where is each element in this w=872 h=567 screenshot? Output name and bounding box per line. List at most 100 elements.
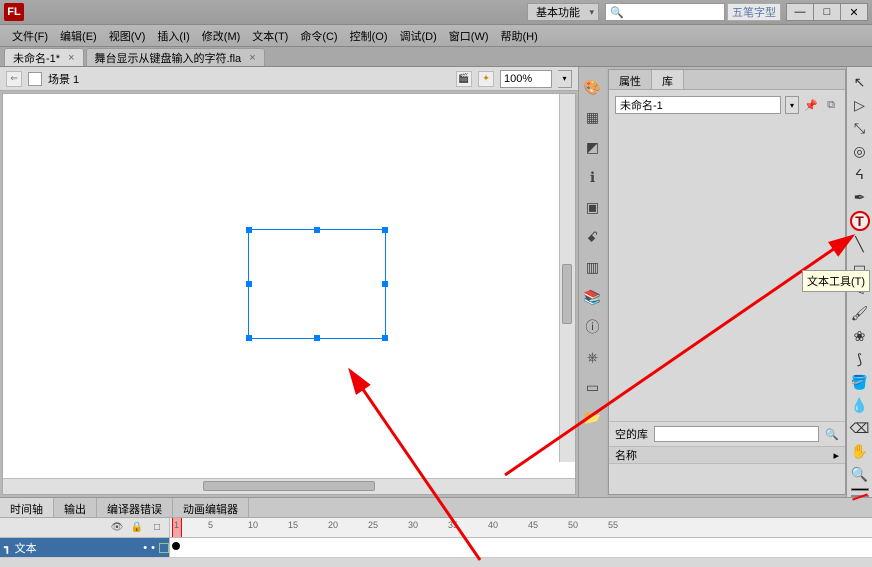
menu-modify[interactable]: 修改(M) [196, 26, 247, 46]
menu-help[interactable]: 帮助(H) [495, 26, 544, 46]
brush-tool[interactable]: 🖌 [850, 304, 870, 323]
paint-bucket-tool[interactable]: 🪣 [850, 373, 870, 392]
layer-name[interactable]: 文本 [15, 540, 37, 556]
stroke-color-swatch[interactable] [851, 488, 869, 491]
edit-scene-icon[interactable]: 🎬 [456, 71, 472, 87]
align-panel-icon[interactable]: ◩ [583, 137, 603, 157]
menu-insert[interactable]: 插入(I) [151, 26, 195, 46]
outline-icon[interactable]: □ [151, 522, 163, 534]
fill-color-swatch[interactable] [851, 495, 869, 498]
resize-handle[interactable] [314, 227, 320, 233]
window-close-button[interactable]: ✕ [840, 3, 868, 21]
menu-control[interactable]: 控制(O) [344, 26, 394, 46]
new-library-icon[interactable]: ⧉ [823, 97, 839, 113]
free-transform-tool[interactable]: ⤡ [850, 119, 870, 138]
subselection-tool[interactable]: ▷ [850, 96, 870, 115]
menu-view[interactable]: 视图(V) [103, 26, 152, 46]
menu-commands[interactable]: 命令(C) [294, 26, 343, 46]
resize-handle[interactable] [382, 281, 388, 287]
pen-tool[interactable]: ✒ [850, 188, 870, 207]
panel-icon[interactable]: ꗃ [583, 227, 603, 247]
window-minimize-button[interactable]: — [786, 3, 814, 21]
panel-icon[interactable]: 📂 [583, 407, 603, 427]
zoom-input[interactable]: 100% [500, 70, 552, 88]
zoom-tool[interactable]: 🔍 [850, 465, 870, 484]
eye-toggle[interactable]: • [143, 542, 147, 554]
selection-tool[interactable]: ↖ [850, 73, 870, 92]
resize-handle[interactable] [382, 335, 388, 341]
window-maximize-button[interactable]: □ [813, 3, 841, 21]
frames-area[interactable] [170, 538, 872, 557]
tab-compiler-errors[interactable]: 编译器错误 [97, 498, 173, 517]
panel-icon[interactable]: ⓘ [583, 317, 603, 337]
dropdown-icon[interactable]: ▾ [785, 96, 799, 114]
text-tool-tooltip: 文本工具(T) [802, 270, 870, 292]
edit-symbol-icon[interactable]: ✦ [478, 71, 494, 87]
pin-icon[interactable]: 📌 [803, 97, 819, 113]
panel-icon[interactable]: ▥ [583, 257, 603, 277]
close-icon[interactable]: × [68, 52, 74, 64]
keyframe[interactable] [172, 542, 180, 550]
bone-tool[interactable]: ⟆ [850, 350, 870, 369]
resize-handle[interactable] [246, 281, 252, 287]
menu-text[interactable]: 文本(T) [246, 26, 294, 46]
timeline-panel: 时间轴 输出 编译器错误 动画编辑器 👁 🔒 □ 1 5 10 15 20 25… [0, 497, 872, 567]
vertical-scrollbar[interactable] [559, 94, 575, 462]
eye-icon[interactable]: 👁 [111, 522, 123, 534]
resize-handle[interactable] [246, 227, 252, 233]
horizontal-scrollbar[interactable] [3, 478, 575, 494]
resize-handle[interactable] [246, 335, 252, 341]
ime-indicator[interactable]: 五笔字型 [727, 3, 781, 21]
tab-output[interactable]: 输出 [54, 498, 97, 517]
panel-icon[interactable]: ▭ [583, 377, 603, 397]
menu-debug[interactable]: 调试(D) [394, 26, 443, 46]
workspace-switcher[interactable]: 基本功能 [527, 3, 599, 21]
ink-bottle-tool[interactable]: 💧 [850, 396, 870, 415]
lock-toggle[interactable]: • [151, 542, 155, 554]
text-field-selection[interactable] [248, 229, 386, 339]
deco-tool[interactable]: ❀ [850, 327, 870, 346]
3d-rotation-tool[interactable]: ◎ [850, 142, 870, 161]
document-tabs: 未命名-1*× 舞台显示从键盘输入的字符.fla× [0, 47, 872, 67]
library-doc-select[interactable] [615, 96, 781, 114]
hand-tool[interactable]: ✋ [850, 442, 870, 461]
lasso-tool[interactable]: ᔦ [850, 165, 870, 184]
tab-motion-editor[interactable]: 动画编辑器 [173, 498, 249, 517]
tab-library[interactable]: 库 [652, 70, 684, 89]
lock-icon[interactable]: 🔒 [131, 522, 143, 534]
library-name-header[interactable]: 名称 [615, 447, 637, 463]
menu-file[interactable]: 文件(F) [6, 26, 54, 46]
panel-icon[interactable]: 📚 [583, 287, 603, 307]
resize-handle[interactable] [382, 227, 388, 233]
line-tool[interactable]: ╲ [850, 235, 870, 254]
close-icon[interactable]: × [249, 52, 255, 64]
library-empty-label: 空的库 [615, 426, 648, 442]
layer-type-icon: ┓ [4, 541, 11, 554]
text-tool[interactable]: T [850, 211, 870, 231]
chevron-icon: ▸ [833, 449, 839, 462]
resize-handle[interactable] [314, 335, 320, 341]
menu-window[interactable]: 窗口(W) [443, 26, 495, 46]
search-icon: 🔍 [825, 428, 839, 441]
scene-label: 场景 1 [48, 71, 79, 87]
outline-toggle[interactable] [159, 543, 169, 553]
zoom-dropdown[interactable]: ▾ [558, 70, 572, 88]
swatches-panel-icon[interactable]: 🎨 [583, 77, 603, 97]
library-search-input[interactable] [654, 426, 819, 442]
document-tab[interactable]: 舞台显示从键盘输入的字符.fla× [86, 48, 265, 66]
tab-timeline[interactable]: 时间轴 [0, 498, 54, 517]
panel-icon[interactable]: ⎈ [583, 347, 603, 367]
layer-row[interactable]: ┓ 文本 • • [0, 538, 170, 557]
menu-edit[interactable]: 编辑(E) [54, 26, 103, 46]
search-input[interactable]: 🔍 [605, 3, 725, 21]
panel-icon[interactable]: ▦ [583, 107, 603, 127]
frame-ruler[interactable]: 1 5 10 15 20 25 30 35 40 45 50 55 [170, 518, 872, 537]
back-button[interactable]: ⇐ [6, 71, 22, 87]
stage-container [2, 93, 576, 495]
document-tab-active[interactable]: 未命名-1*× [4, 48, 84, 66]
eraser-tool[interactable]: ⌫ [850, 419, 870, 438]
info-panel-icon[interactable]: ℹ [583, 167, 603, 187]
stage[interactable] [3, 94, 575, 478]
transform-panel-icon[interactable]: ▣ [583, 197, 603, 217]
tab-properties[interactable]: 属性 [609, 70, 652, 89]
